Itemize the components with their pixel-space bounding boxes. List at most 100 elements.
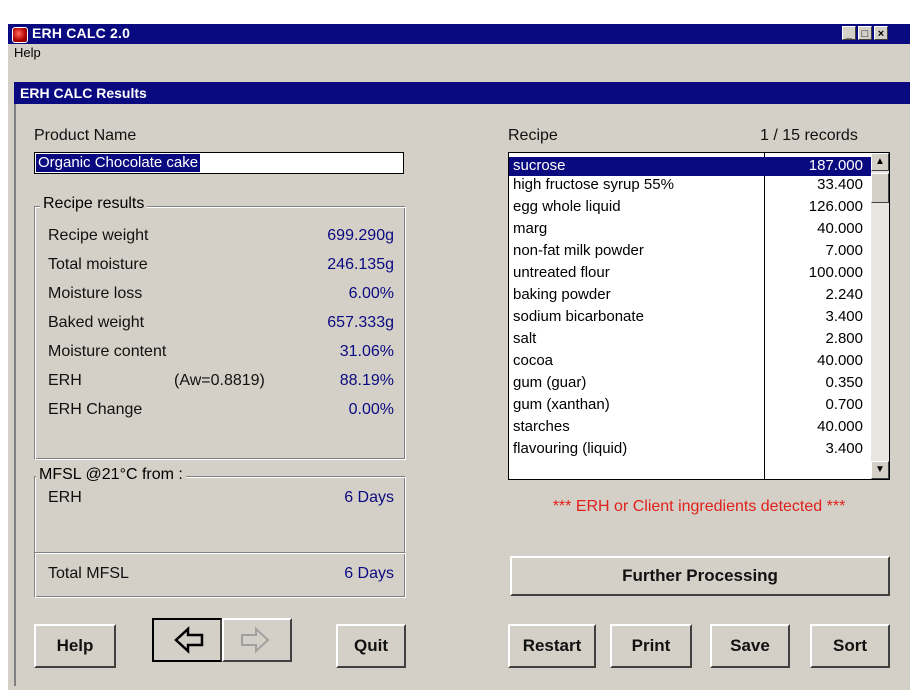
records-counter: 1 / 15 records [760,127,858,144]
ingredient-name: baking powder [513,286,611,303]
panel-title: ERH CALC Results [20,85,147,101]
ingredient-name: sodium bicarbonate [513,308,644,325]
moisture-loss-value: 6.00% [348,285,394,302]
warning-message: *** ERH or Client ingredients detected *… [552,498,846,515]
sort-button-label: Sort [833,636,867,655]
ingredient-name: marg [513,220,548,237]
moisture-loss-label: Moisture loss [48,285,143,302]
menu-help[interactable]: Help [14,45,41,60]
sort-button[interactable]: Sort [810,624,890,668]
total-mfsl-label: Total MFSL [48,565,129,582]
ingredient-name: flavouring (liquid) [513,440,628,457]
moisture-content-label: Moisture content [48,343,167,360]
ingredient-name: egg whole liquid [513,198,621,215]
ingredient-qty: 2.240 [825,286,863,303]
erh-aw-value: (Aw=0.8819) [174,372,265,389]
ingredient-qty: 40.000 [817,352,863,369]
ingredient-qty: 0.350 [825,374,863,391]
recipe-scrollbar[interactable]: ▲ ▼ [871,153,889,479]
erh-change-label: ERH Change [48,401,143,418]
ingredient-qty: 3.400 [825,440,863,457]
ingredient-name: untreated flour [513,264,610,281]
maximize-button[interactable]: □ [858,26,872,40]
product-name-input[interactable]: Organic Chocolate cake [34,152,404,174]
ingredient-name: gum (xanthan) [513,396,610,413]
ingredient-qty: 7.000 [825,242,863,259]
further-processing-label: Further Processing [622,566,778,585]
window-title: ERH CALC 2.0 [32,25,131,41]
recipe-row[interactable]: gum (guar) 0.350 [509,374,871,393]
ingredient-qty: 126.000 [808,198,863,215]
mfsl-group [34,476,406,554]
save-button[interactable]: Save [710,624,790,668]
erh-value: 88.19% [339,372,394,389]
ingredient-qty: 40.000 [817,220,863,237]
erh-label: ERH [48,372,82,389]
recipe-row[interactable]: high fructose syrup 55% 33.400 [509,176,871,195]
product-name-label: Product Name [34,127,137,144]
app-icon[interactable] [12,27,28,43]
ingredient-name: sucrose [513,157,566,174]
quit-button[interactable]: Quit [336,624,406,668]
ingredient-qty: 2.800 [825,330,863,347]
total-mfsl-value: 6 Days [344,565,394,582]
minimize-button[interactable]: _ [842,26,856,40]
recipe-weight-label: Recipe weight [48,227,149,244]
help-button[interactable]: Help [34,624,116,668]
baked-weight-label: Baked weight [48,314,145,331]
mfsl-erh-value: 6 Days [344,489,394,506]
further-processing-button[interactable]: Further Processing [510,556,890,596]
ingredient-qty: 40.000 [817,418,863,435]
quit-button-label: Quit [354,636,388,655]
ingredient-name: high fructose syrup 55% [513,176,674,193]
recipe-row[interactable]: sodium bicarbonate 3.400 [509,308,871,327]
panel-title-bar: ERH CALC Results [14,82,910,104]
restart-button[interactable]: Restart [508,624,596,668]
recipe-row[interactable]: salt 2.800 [509,330,871,349]
ingredient-name: cocoa [513,352,554,369]
title-bar[interactable]: ERH CALC 2.0 _ □ × [8,24,910,44]
scroll-up-icon[interactable]: ▲ [871,153,889,171]
menu-bar: Help [8,44,910,62]
ingredient-qty: 187.000 [808,157,863,174]
erh-change-value: 0.00% [348,401,394,418]
scroll-thumb[interactable] [871,173,889,203]
mfsl-erh-label: ERH [48,489,82,506]
arrow-left-icon [174,626,204,654]
save-button-label: Save [730,636,770,655]
total-moisture-value: 246.135g [327,256,394,273]
mfsl-title: MFSL @21°C from : [36,466,186,484]
arrow-right-icon [241,626,270,654]
baked-weight-value: 657.333g [327,314,394,331]
recipe-row[interactable]: baking powder 2.240 [509,286,871,305]
ingredient-qty: 0.700 [825,396,863,413]
ingredient-qty: 100.000 [808,264,863,281]
recipe-row[interactable]: gum (xanthan) 0.700 [509,396,871,415]
recipe-listbox[interactable]: sucrose 187.000 high fructose syrup 55% … [508,152,890,480]
recipe-weight-value: 699.290g [327,227,394,244]
recipe-row[interactable]: sucrose 187.000 [509,157,871,176]
product-name-value: Organic Chocolate cake [36,154,201,172]
ingredient-name: gum (guar) [513,374,587,391]
ingredient-name: salt [513,330,537,347]
print-button-label: Print [631,636,671,655]
recipe-row[interactable]: marg 40.000 [509,220,871,239]
recipe-row[interactable]: non-fat milk powder 7.000 [509,242,871,261]
close-button[interactable]: × [874,26,888,40]
scroll-down-icon[interactable]: ▼ [871,461,889,479]
recipe-row[interactable]: starches 40.000 [509,418,871,437]
ingredient-qty: 33.400 [817,176,863,193]
recipe-results-title: Recipe results [40,195,148,213]
recipe-row[interactable]: untreated flour 100.000 [509,264,871,283]
back-button[interactable] [152,618,222,662]
recipe-label: Recipe [508,127,558,144]
ingredient-qty: 3.400 [825,308,863,325]
forward-button[interactable] [222,618,292,662]
recipe-row[interactable]: cocoa 40.000 [509,352,871,371]
print-button[interactable]: Print [610,624,692,668]
restart-button-label: Restart [522,636,582,655]
recipe-row[interactable]: egg whole liquid 126.000 [509,198,871,217]
total-moisture-label: Total moisture [48,256,148,273]
ingredient-name: starches [513,418,570,435]
recipe-row[interactable]: flavouring (liquid) 3.400 [509,440,871,459]
